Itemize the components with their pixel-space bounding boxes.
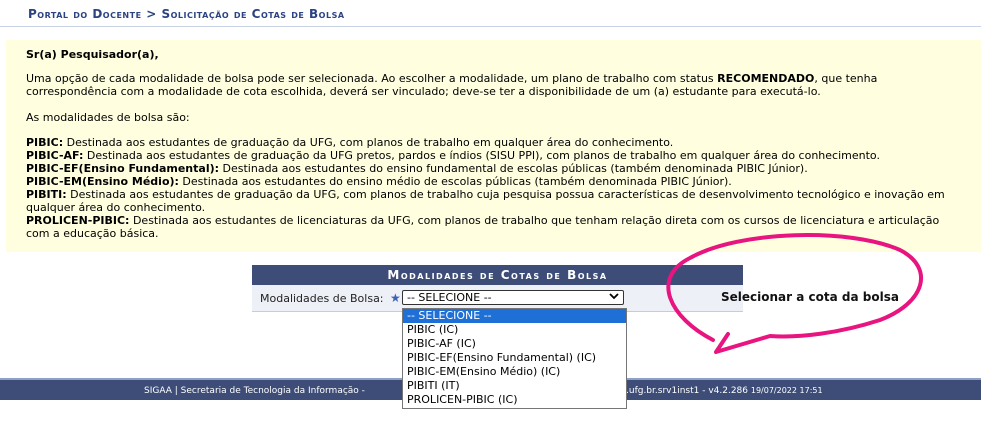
- modalities-dropdown-list: -- SELECIONE -- PIBIC (IC) PIBIC-AF (IC)…: [402, 308, 627, 409]
- dropdown-option[interactable]: PIBITI (IT): [403, 379, 626, 393]
- modality-name: PIBIC-AF:: [26, 149, 84, 162]
- modality-item: PIBITI: Destinada aos estudantes de grad…: [26, 188, 965, 214]
- required-star-icon: ★: [390, 291, 401, 305]
- dropdown-option[interactable]: PIBIC (IC): [403, 323, 626, 337]
- footer-date: 19/07/2022 17:51: [750, 386, 823, 395]
- intro-bold: RECOMENDADO: [717, 72, 815, 85]
- greeting: Sr(a) Pesquisador(a),: [26, 48, 159, 61]
- modalities-label: Modalidades de Bolsa:: [260, 292, 384, 305]
- modality-desc: Destinada aos estudantes de graduação da…: [83, 149, 880, 162]
- chevron-down-icon: [609, 292, 619, 304]
- instructions-box: Sr(a) Pesquisador(a), Uma opção de cada …: [6, 40, 981, 252]
- modality-desc: Destinada aos estudantes de graduação da…: [26, 188, 945, 214]
- modality-name: PIBIC:: [26, 136, 64, 149]
- page-title-bar: Portal do Docente > Solicitação de Cotas…: [0, 0, 981, 27]
- dropdown-option[interactable]: -- SELECIONE --: [403, 309, 626, 323]
- modality-item: PIBIC-AF: Destinada aos estudantes de gr…: [26, 149, 965, 162]
- callout-text: Selecionar a cota da bolsa: [721, 290, 899, 304]
- modality-desc: Destinada aos estudantes do ensino médio…: [178, 175, 732, 188]
- page-title: Portal do Docente > Solicitação de Cotas…: [28, 7, 345, 21]
- modality-item: PIBIC-EF(Ensino Fundamental): Destinada …: [26, 162, 965, 175]
- modality-item: PIBIC: Destinada aos estudantes de gradu…: [26, 136, 965, 149]
- dropdown-option[interactable]: PIBIC-EF(Ensino Fundamental) (IC): [403, 351, 626, 365]
- intro-text: Uma opção de cada modalidade de bolsa po…: [26, 72, 965, 98]
- panel-title: Modalidades de Cotas de Bolsa: [252, 265, 743, 285]
- modality-item: PIBIC-EM(Ensino Médio): Destinada aos es…: [26, 175, 965, 188]
- footer-system-info: SIGAA | Secretaria de Tecnologia da Info…: [144, 386, 365, 396]
- modalities-select[interactable]: -- SELECIONE --: [402, 290, 624, 305]
- intro-before: Uma opção de cada modalidade de bolsa po…: [26, 72, 718, 85]
- dropdown-option[interactable]: PIBIC-AF (IC): [403, 337, 626, 351]
- modality-desc: Destinada aos estudantes de graduação da…: [63, 136, 674, 149]
- modalities-heading: As modalidades de bolsa são:: [26, 111, 190, 124]
- modality-desc: Destinada aos estudantes do ensino funda…: [219, 162, 808, 175]
- select-value: -- SELECIONE --: [407, 291, 492, 304]
- modality-name: PIBIC-EF(Ensino Fundamental):: [26, 162, 220, 175]
- dropdown-option[interactable]: PROLICEN-PIBIC (IC): [403, 393, 626, 407]
- modality-item: PROLICEN-PIBIC: Destinada aos estudantes…: [26, 214, 965, 240]
- modality-desc: Destinada aos estudantes de licenciatura…: [26, 214, 940, 240]
- footer-version: .ufg.br.srv1inst1 - v4.2.286 19/07/2022 …: [626, 380, 823, 402]
- modality-name: PIBITI:: [26, 188, 67, 201]
- modality-name: PROLICEN-PIBIC:: [26, 214, 130, 227]
- dropdown-option[interactable]: PIBIC-EM(Ensino Médio) (IC): [403, 365, 626, 379]
- modality-name: PIBIC-EM(Ensino Médio):: [26, 175, 179, 188]
- footer-server: .ufg.br.srv1inst1 - v4.2.286: [626, 386, 751, 396]
